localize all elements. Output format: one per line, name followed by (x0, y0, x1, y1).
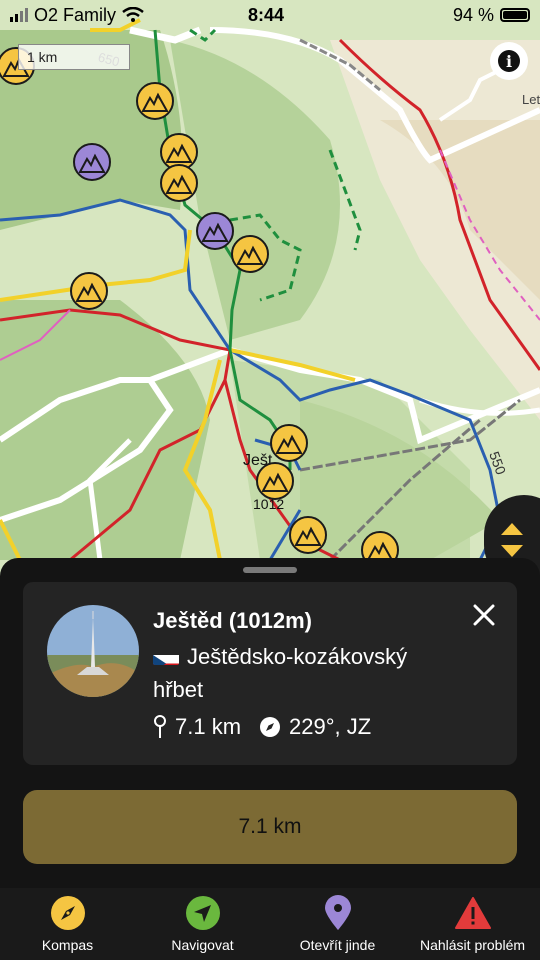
arrow-up-icon (501, 523, 523, 535)
place-label: Let (522, 92, 540, 107)
navigate-icon (185, 895, 221, 931)
mountain-icon (276, 434, 302, 454)
tab-label: Nahlásit problém (419, 937, 526, 953)
bottom-tab-bar: Kompas Navigovat Otevřít jinde Nahlásit … (0, 888, 540, 960)
carrier-name: O2 Family (34, 4, 117, 25)
czech-flag-icon (153, 648, 179, 665)
peak-marker[interactable] (136, 82, 174, 120)
status-bar: O2 Family 8:44 94 % (0, 0, 540, 30)
mountain-icon (79, 153, 105, 173)
mountain-icon (166, 174, 192, 194)
region-row: Ještědsko-kozákovský hřbet (153, 640, 453, 706)
compass-bearing-icon (260, 717, 281, 737)
tab-label: Otevřít jinde (299, 937, 376, 953)
signal-icon (10, 8, 28, 22)
mountain-icon (202, 222, 228, 242)
peak-marker[interactable] (160, 164, 198, 202)
map-info-button[interactable]: i (490, 42, 528, 80)
scale-label: 1 km (27, 49, 58, 65)
tab-nahlasit-problem[interactable]: Nahlásit problém (405, 888, 540, 960)
location-pin-icon (320, 895, 356, 931)
mountain-icon (295, 526, 321, 546)
peak-detail-card: Ještěd (1012m) Ještědsko-kozákovský hřbe… (23, 582, 517, 765)
distance-action-button[interactable]: 7.1 km (23, 790, 517, 864)
peak-marker[interactable] (289, 516, 327, 554)
peak-marker[interactable] (270, 424, 308, 462)
arrow-down-icon (501, 545, 523, 557)
clock: 8:44 (248, 4, 285, 25)
pin-icon (154, 715, 166, 738)
peak-marker[interactable] (70, 272, 108, 310)
meta-row: 7.1 km 229°, JZ (153, 714, 371, 740)
mountain-icon (237, 245, 263, 265)
peak-marker[interactable] (231, 235, 269, 273)
close-button[interactable] (467, 598, 501, 632)
distance-value: 7.1 km (175, 714, 242, 739)
bearing-value: 229°, JZ (289, 714, 372, 739)
wifi-icon (122, 7, 144, 22)
battery-icon (500, 8, 530, 22)
mountain-icon (142, 92, 168, 112)
battery-percent: 94 % (452, 4, 494, 25)
peak-marker[interactable] (196, 212, 234, 250)
bottom-sheet: Ještěd (1012m) Ještědsko-kozákovský hřbe… (0, 558, 540, 888)
tab-navigovat[interactable]: Navigovat (135, 888, 270, 960)
tab-otevrit-jinde[interactable]: Otevřít jinde (270, 888, 405, 960)
info-icon: i (498, 50, 520, 72)
peak-marker[interactable] (73, 143, 111, 181)
peak-title: Ještěd (1012m) (153, 608, 312, 633)
peak-photo (47, 605, 139, 697)
distance-button-label: 7.1 km (238, 815, 302, 838)
mountain-icon (76, 282, 102, 302)
tab-label: Navigovat (171, 937, 234, 953)
tab-label: Kompas (41, 937, 94, 953)
sheet-drag-handle[interactable] (243, 567, 297, 573)
tab-kompas[interactable]: Kompas (0, 888, 135, 960)
mountain-icon (166, 143, 192, 163)
mountain-icon (262, 472, 288, 492)
warning-icon (454, 895, 491, 931)
peak-marker-selected[interactable] (256, 462, 294, 500)
map-scale: 1 km (18, 44, 130, 70)
compass-icon (50, 895, 86, 931)
map-view[interactable]: 650 550 Let Ješt 1012 1 km i (0, 0, 540, 600)
region-name: Ještědsko-kozákovský hřbet (153, 644, 408, 702)
close-icon (473, 604, 495, 626)
